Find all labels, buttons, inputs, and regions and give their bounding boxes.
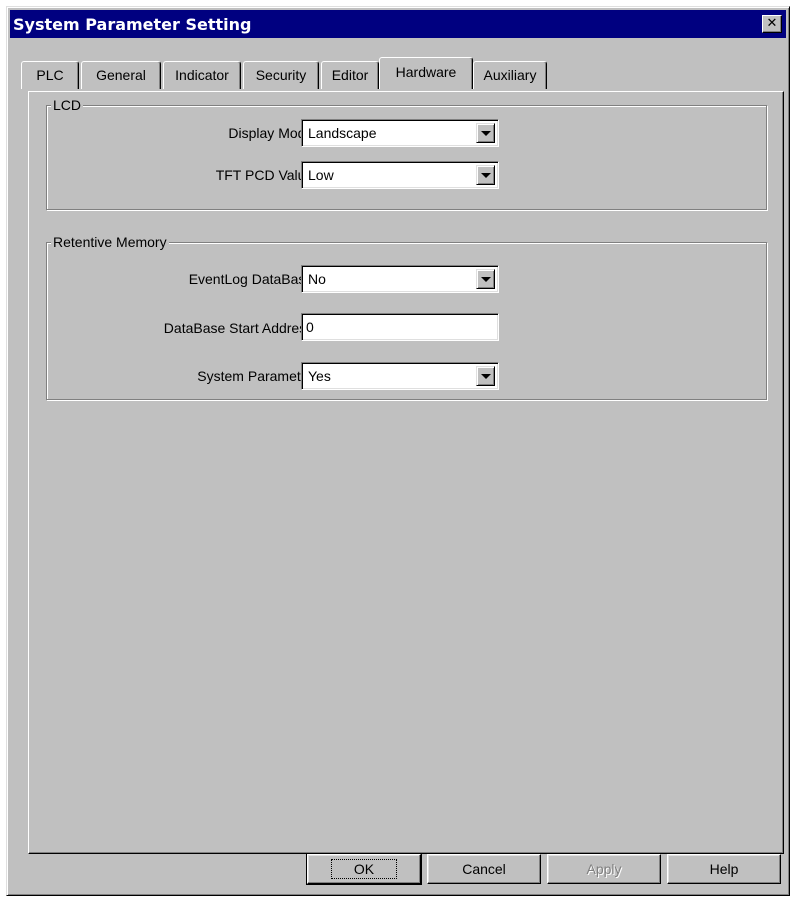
dialog-window: System Parameter Setting ✕ PLC General I… — [6, 6, 790, 896]
display-mode-value: Landscape — [308, 125, 377, 141]
eventlog-database-dropdown[interactable]: No — [301, 265, 499, 293]
chevron-down-icon[interactable] — [476, 165, 495, 185]
title-bar[interactable]: System Parameter Setting ✕ — [10, 10, 786, 38]
tab-plc[interactable]: PLC — [21, 61, 79, 89]
retentive-memory-group-title: Retentive Memory — [51, 234, 169, 250]
display-mode-dropdown[interactable]: Landscape — [301, 119, 499, 147]
tab-indicator[interactable]: Indicator — [163, 61, 241, 89]
close-button[interactable]: ✕ — [762, 15, 782, 33]
system-parameter-value: Yes — [308, 368, 331, 384]
database-start-address-value: 0 — [306, 319, 314, 335]
ok-button[interactable]: OK — [306, 853, 422, 885]
tft-pcd-value-value: Low — [308, 167, 334, 183]
database-start-address-input[interactable]: 0 — [301, 313, 499, 341]
cancel-button[interactable]: Cancel — [427, 854, 541, 884]
ok-button-label: OK — [330, 859, 398, 879]
eventlog-database-value: No — [308, 271, 326, 287]
window-title: System Parameter Setting — [13, 15, 252, 34]
close-icon: ✕ — [766, 16, 778, 31]
tab-editor[interactable]: Editor — [321, 61, 379, 89]
hardware-tab-panel: LCD Display Mode : Landscape TFT PCD Val… — [28, 91, 784, 854]
database-start-address-label: DataBase Start Address : — [163, 320, 321, 336]
tab-security[interactable]: Security — [243, 61, 319, 89]
tft-pcd-value-dropdown[interactable]: Low — [301, 161, 499, 189]
tab-hardware[interactable]: Hardware — [379, 57, 473, 89]
lcd-groupbox: LCD Display Mode : Landscape TFT PCD Val… — [46, 97, 767, 210]
tab-auxiliary[interactable]: Auxiliary — [473, 61, 547, 89]
help-button[interactable]: Help — [667, 854, 781, 884]
lcd-group-title: LCD — [51, 97, 84, 113]
chevron-down-icon[interactable] — [476, 269, 495, 289]
system-parameter-dropdown[interactable]: Yes — [301, 362, 499, 390]
chevron-down-icon[interactable] — [476, 123, 495, 143]
retentive-memory-groupbox: Retentive Memory EventLog DataBase : No … — [46, 234, 767, 400]
chevron-down-icon[interactable] — [476, 366, 495, 386]
apply-button[interactable]: Apply — [547, 854, 661, 884]
tab-general[interactable]: General — [81, 61, 161, 89]
